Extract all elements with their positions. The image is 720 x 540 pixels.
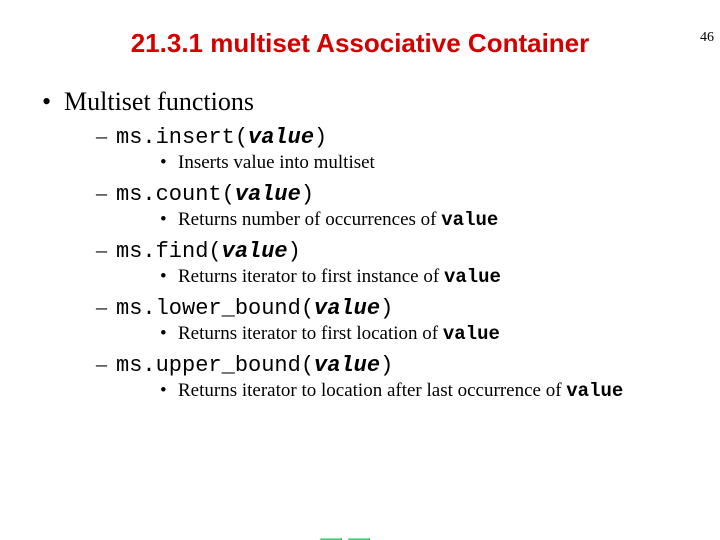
method-prefix: ms.find( <box>116 239 222 264</box>
method-item: –ms.find(value) <box>42 237 700 264</box>
method-param: value <box>314 296 380 321</box>
method-desc: •Returns iterator to first instance of v… <box>42 266 700 288</box>
bullet-dot: • <box>160 152 178 174</box>
desc-strong: value <box>566 380 623 402</box>
desc-strong: value <box>441 209 498 231</box>
method-desc: •Inserts value into multiset <box>42 152 700 174</box>
slide-title: 21.3.1 multiset Associative Container <box>0 28 720 59</box>
method-prefix: ms.count( <box>116 182 235 207</box>
method-param: value <box>314 353 380 378</box>
method-item: –ms.insert(value) <box>42 123 700 150</box>
dash-icon: – <box>96 180 116 206</box>
method-suffix: ) <box>288 239 301 264</box>
desc-text: Returns iterator to first location of <box>178 323 443 344</box>
desc-strong: value <box>443 323 500 345</box>
bullet-dot: • <box>42 87 64 117</box>
method-item: –ms.lower_bound(value) <box>42 294 700 321</box>
desc-text: Returns iterator to location after last … <box>178 380 566 401</box>
dash-icon: – <box>96 123 116 149</box>
method-desc: •Returns iterator to first location of v… <box>42 323 700 345</box>
method-param: value <box>222 239 288 264</box>
bullet-dot: • <box>160 266 178 288</box>
method-suffix: ) <box>301 182 314 207</box>
method-prefix: ms.lower_bound( <box>116 296 314 321</box>
desc-strong: value <box>444 266 501 288</box>
bullet-dot: • <box>160 380 178 402</box>
method-desc: •Returns iterator to location after last… <box>42 380 700 402</box>
method-prefix: ms.insert( <box>116 125 248 150</box>
bullet-lvl1: •Multiset functions <box>42 87 700 117</box>
dash-icon: – <box>96 237 116 263</box>
lvl1-text: Multiset functions <box>64 87 254 116</box>
desc-text: Returns iterator to first instance of <box>178 266 444 287</box>
page-number: 46 <box>700 30 714 46</box>
dash-icon: – <box>96 351 116 377</box>
method-desc: •Returns number of occurrences of value <box>42 209 700 231</box>
method-item: –ms.upper_bound(value) <box>42 351 700 378</box>
method-suffix: ) <box>314 125 327 150</box>
method-item: –ms.count(value) <box>42 180 700 207</box>
method-param: value <box>248 125 314 150</box>
dash-icon: – <box>96 294 116 320</box>
bullet-dot: • <box>160 323 178 345</box>
bullet-dot: • <box>160 209 178 231</box>
method-suffix: ) <box>380 296 393 321</box>
method-suffix: ) <box>380 353 393 378</box>
slide-body: •Multiset functions –ms.insert(value) •I… <box>0 87 720 402</box>
method-param: value <box>235 182 301 207</box>
method-prefix: ms.upper_bound( <box>116 353 314 378</box>
desc-text: Returns number of occurrences of <box>178 209 441 230</box>
desc-text: Inserts value into multiset <box>178 152 375 173</box>
